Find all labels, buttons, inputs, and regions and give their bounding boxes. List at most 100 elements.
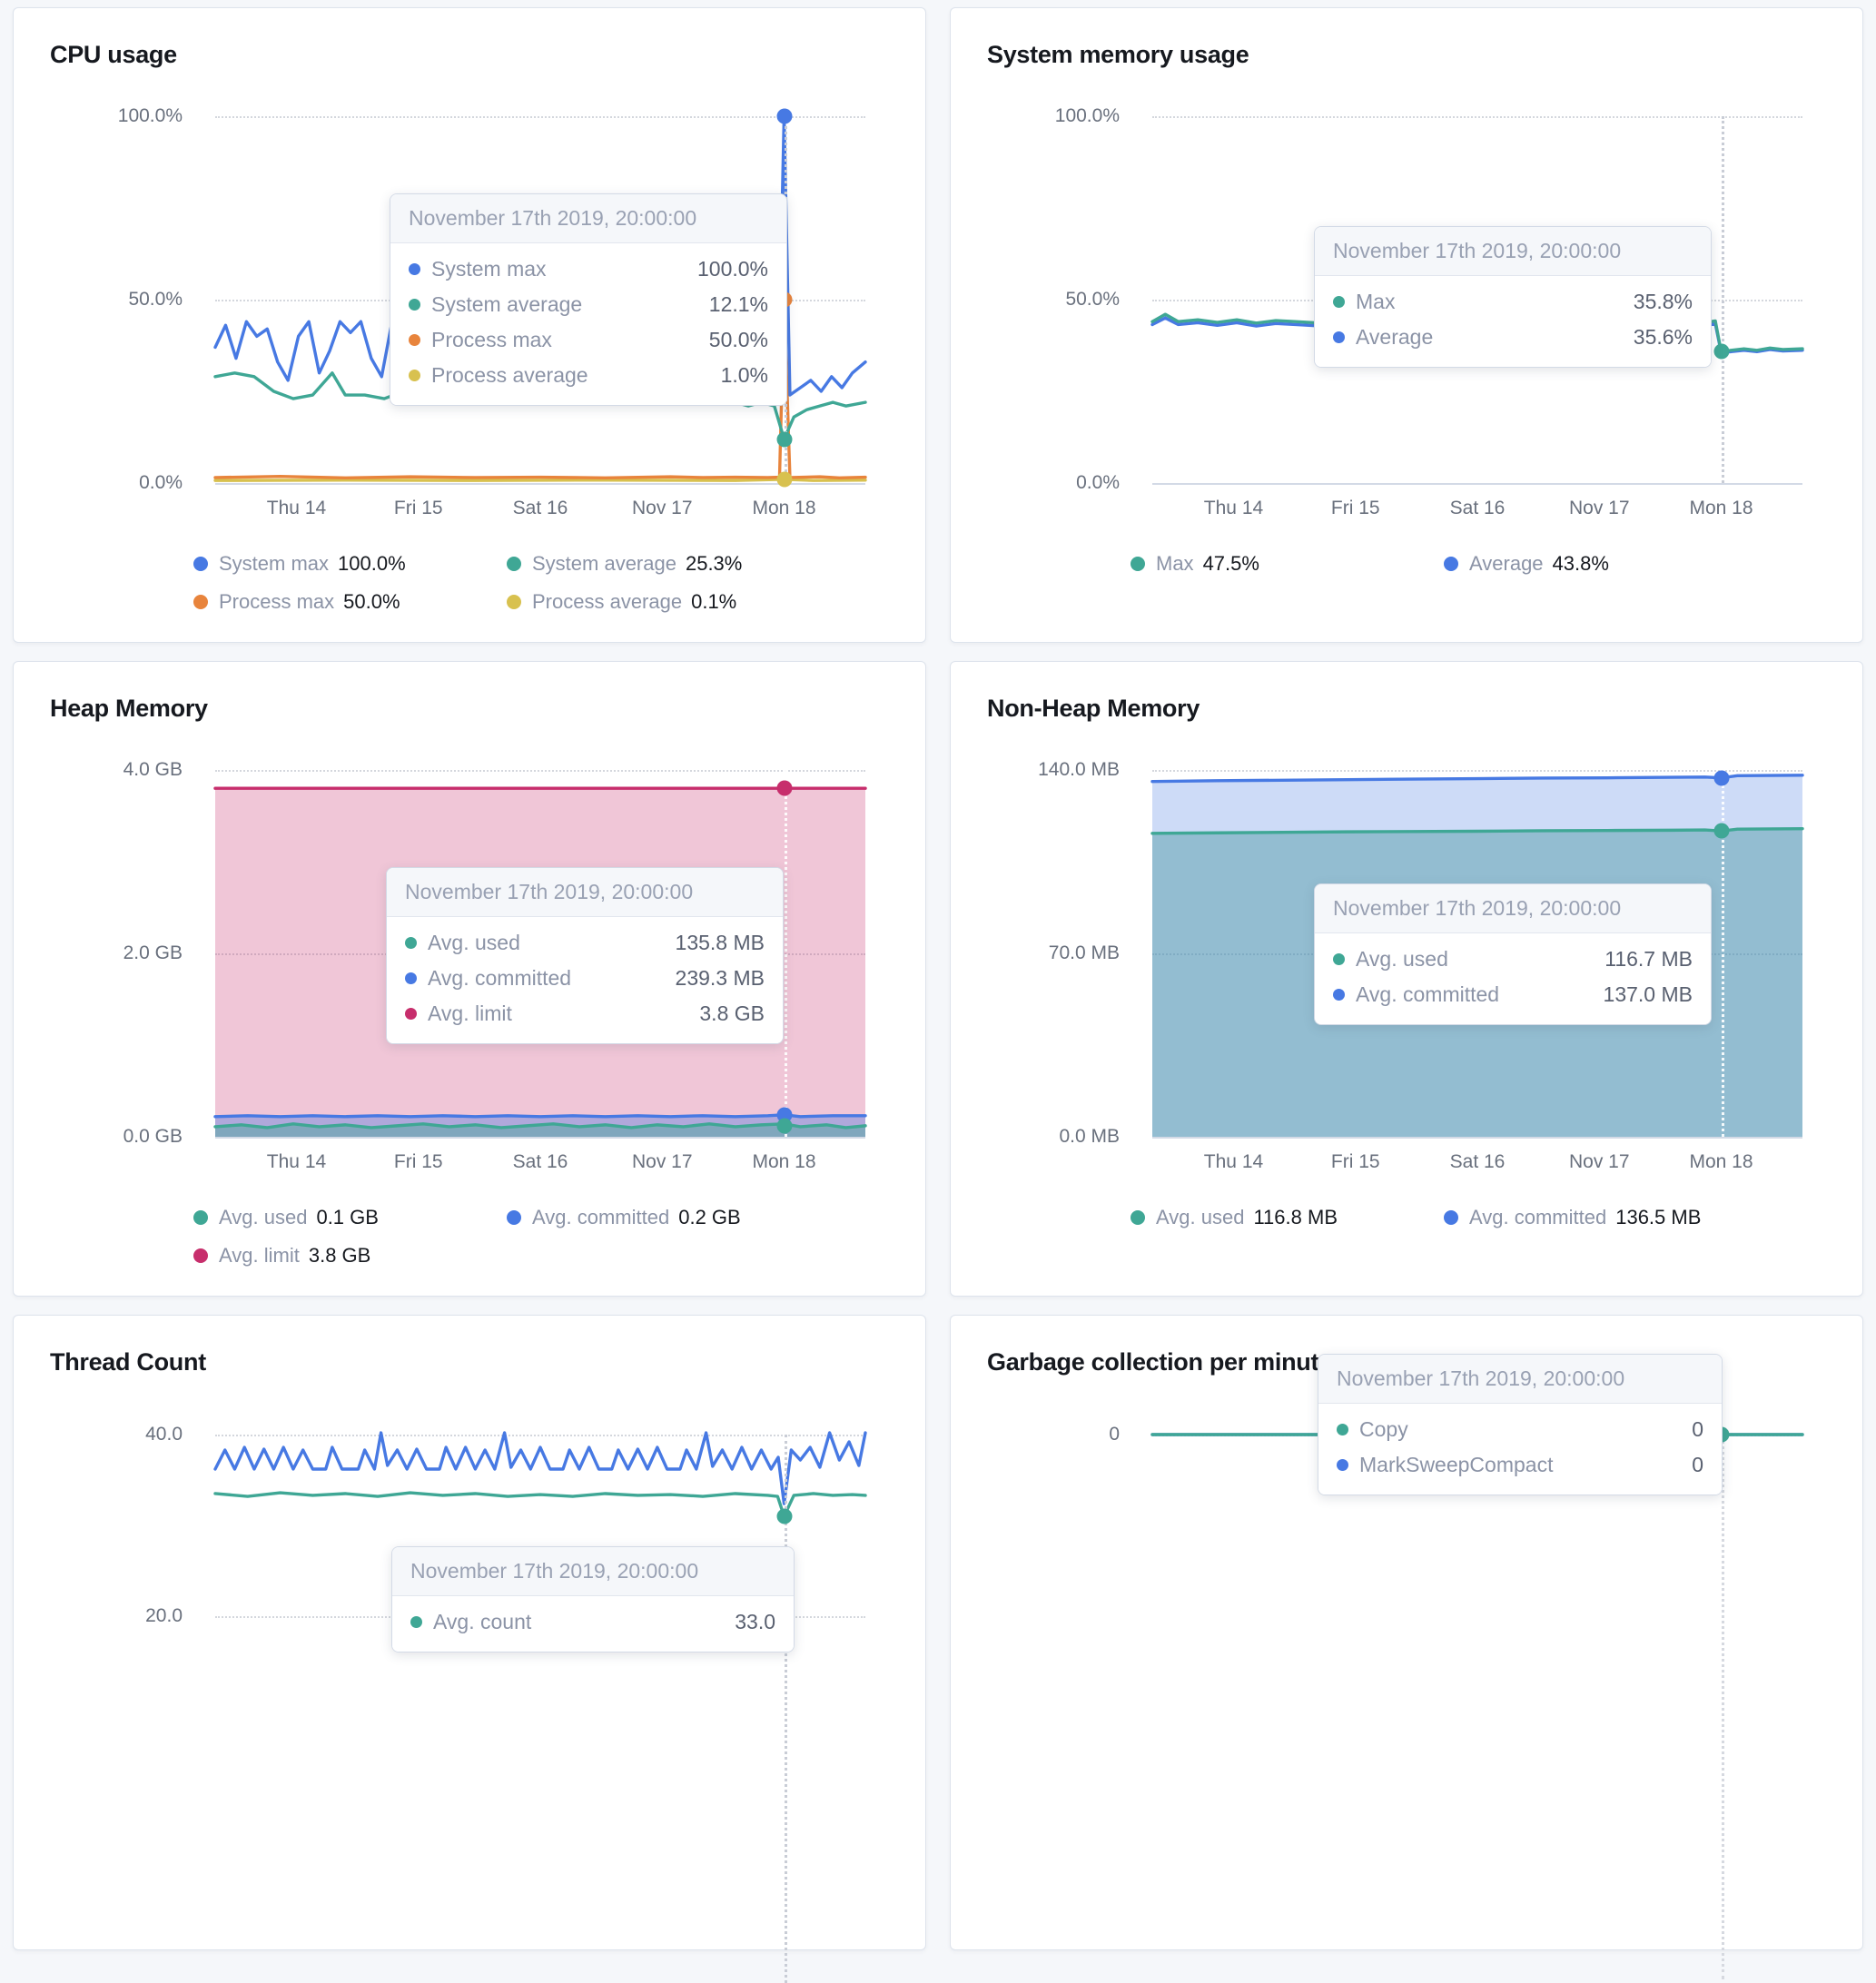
legend-value: 50.0% [343, 590, 400, 614]
x-axis-label: Mon 18 [752, 1151, 815, 1173]
legend-label: System average [532, 552, 676, 576]
tooltip-series-value: 35.8% [1606, 290, 1693, 314]
y-axis-label: 0.0% [1076, 472, 1120, 494]
panel-title-non-heap-memory: Non-Heap Memory [987, 695, 1835, 723]
x-axis-label: Nov 17 [1569, 498, 1630, 519]
tooltip-series-value: 239.3 MB [648, 966, 765, 991]
average-series-dot-icon [1333, 331, 1345, 343]
panel-title-system-memory-usage: System memory usage [987, 41, 1835, 69]
marker-dot [1713, 824, 1729, 839]
x-axis-label: Thu 14 [1204, 498, 1263, 519]
legend-value: 0.1 GB [316, 1206, 378, 1229]
process-max-legend-dot-icon [193, 595, 208, 609]
marker-dot [776, 1509, 792, 1524]
panel-non-heap-memory: Non-Heap Memory 140.0 MB70.0 MB0.0 MBThu… [950, 661, 1863, 1297]
legend-label: Average [1469, 552, 1544, 576]
y-axis-label: 70.0 MB [1049, 942, 1120, 964]
x-axis-label: Sat 16 [513, 1151, 568, 1173]
legend-item-avg-committed[interactable]: Avg. committed136.5 MB [1444, 1206, 1757, 1229]
x-axis-label: Nov 17 [1569, 1151, 1630, 1173]
avg-used-series-dot-icon [405, 937, 417, 949]
x-axis-label: Nov 17 [632, 1151, 693, 1173]
tooltip-row: Avg. count33.0 [392, 1604, 794, 1640]
x-axis-label: Mon 18 [1689, 1151, 1753, 1173]
y-axis-label: 100.0% [1055, 105, 1120, 127]
tooltip-series-label: System average [431, 292, 582, 317]
x-axis-label: Thu 14 [267, 498, 326, 519]
panel-heap-memory: Heap Memory 4.0 GB2.0 GB0.0 GBThu 14Fri … [13, 661, 926, 1297]
tooltip-date: November 17th 2019, 20:00:00 [387, 868, 783, 917]
legend: Avg. used0.1 GBAvg. committed0.2 GBAvg. … [193, 1206, 847, 1268]
garbage-collection-chart[interactable]: 0 [1152, 1435, 1802, 1979]
legend-label: Avg. committed [1469, 1206, 1606, 1229]
legend-item-process-max[interactable]: Process max 50.0% [193, 590, 507, 614]
legend-item-max[interactable]: Max47.5% [1131, 552, 1444, 576]
legend-value: 47.5% [1203, 552, 1259, 576]
legend-item-average[interactable]: Average 43.8% [1444, 552, 1757, 576]
legend-item-avg-used[interactable]: Avg. used0.1 GB [193, 1206, 507, 1229]
tooltip-series-value: 135.8 MB [648, 931, 765, 955]
legend-item-system-average[interactable]: System average 25.3% [507, 552, 820, 576]
avg-used-legend-dot-icon [193, 1210, 208, 1225]
y-axis-label: 0 [1109, 1424, 1120, 1445]
tooltip-row: MarkSweepCompact0 [1318, 1447, 1722, 1483]
x-axis-label: Fri 15 [1331, 498, 1380, 519]
x-axis-label: Thu 14 [267, 1151, 326, 1173]
avg-committed-legend-dot-icon [507, 1210, 521, 1225]
tooltip-date: November 17th 2019, 20:00:00 [1318, 1355, 1722, 1404]
legend-item-avg-limit[interactable]: Avg. limit3.8 GB [193, 1244, 507, 1268]
tooltip-body: Copy0MarkSweepCompact0 [1318, 1404, 1722, 1495]
tooltip-series-label: Process max [431, 328, 552, 352]
legend-item-avg-committed[interactable]: Avg. committed0.2 GB [507, 1206, 820, 1229]
y-axis-label: 0.0% [139, 472, 183, 494]
x-axis-label: Fri 15 [1331, 1151, 1380, 1173]
thread-count-chart[interactable]: 40.020.0 [215, 1435, 865, 1983]
tooltip-row: Process max 50.0% [390, 322, 786, 358]
chart-tooltip: November 17th 2019, 20:00:00Max35.8%Aver… [1314, 226, 1712, 368]
marker-dot [1713, 770, 1729, 785]
legend-item-process-average[interactable]: Process average0.1% [507, 590, 820, 614]
marker-dot [1713, 344, 1729, 360]
avg-used-series-dot-icon [1333, 953, 1345, 965]
panel-title-cpu-usage: CPU usage [50, 41, 898, 69]
y-axis-label: 140.0 MB [1038, 759, 1120, 781]
gc-plot-svg [1152, 1435, 1802, 1979]
marker-dot [776, 471, 792, 487]
tooltip-series-value: 12.1% [682, 292, 768, 317]
marker-dot [776, 109, 792, 124]
x-axis-label: Thu 14 [1204, 1151, 1263, 1173]
average-legend-dot-icon [1444, 557, 1458, 571]
system-max-series-dot-icon [409, 263, 420, 275]
tooltip-date: November 17th 2019, 20:00:00 [1315, 227, 1711, 276]
tooltip-series-value: 100.0% [670, 257, 768, 281]
legend-label: Avg. committed [532, 1206, 669, 1229]
x-axis-label: Fri 15 [394, 498, 443, 519]
panel-thread-count: Thread Count 40.020.0 November 17th 2019… [13, 1315, 926, 1950]
tooltip-series-value: 33.0 [707, 1610, 775, 1634]
tooltip-row: Avg. used135.8 MB [387, 925, 783, 961]
tooltip-series-value: 50.0% [682, 328, 768, 352]
tooltip-body: Avg. count33.0 [392, 1596, 794, 1652]
process-average-line [215, 479, 865, 480]
max-count-line [215, 1433, 865, 1504]
max-legend-dot-icon [1131, 557, 1145, 571]
chart-tooltip: November 17th 2019, 20:00:00 Avg. used135… [386, 867, 784, 1044]
tooltip-series-label: Average [1356, 325, 1433, 350]
tooltip-row: Avg. committed137.0 MB [1315, 977, 1711, 1012]
copy-series-dot-icon [1337, 1424, 1348, 1435]
x-axis-label: Mon 18 [752, 498, 815, 519]
panel-garbage-collection: Garbage collection per minute 0 November… [950, 1315, 1863, 1950]
legend-label: Process max [219, 590, 334, 614]
legend: Avg. used116.8 MBAvg. committed136.5 MB [1131, 1206, 1784, 1229]
tooltip-series-value: 0 [1664, 1453, 1703, 1477]
legend-value: 25.3% [686, 552, 742, 576]
tooltip-date: November 17th 2019, 20:00:00 [392, 1547, 794, 1596]
legend-item-system-max[interactable]: System max100.0% [193, 552, 507, 576]
legend-item-avg-used[interactable]: Avg. used116.8 MB [1131, 1206, 1444, 1229]
tooltip-row: Copy0 [1318, 1412, 1722, 1447]
system-average-series-dot-icon [409, 299, 420, 311]
legend-value: 43.8% [1553, 552, 1609, 576]
system-max-legend-dot-icon [193, 557, 208, 571]
process-max-series-dot-icon [409, 334, 420, 346]
legend: Max47.5% Average 43.8% [1131, 552, 1784, 576]
